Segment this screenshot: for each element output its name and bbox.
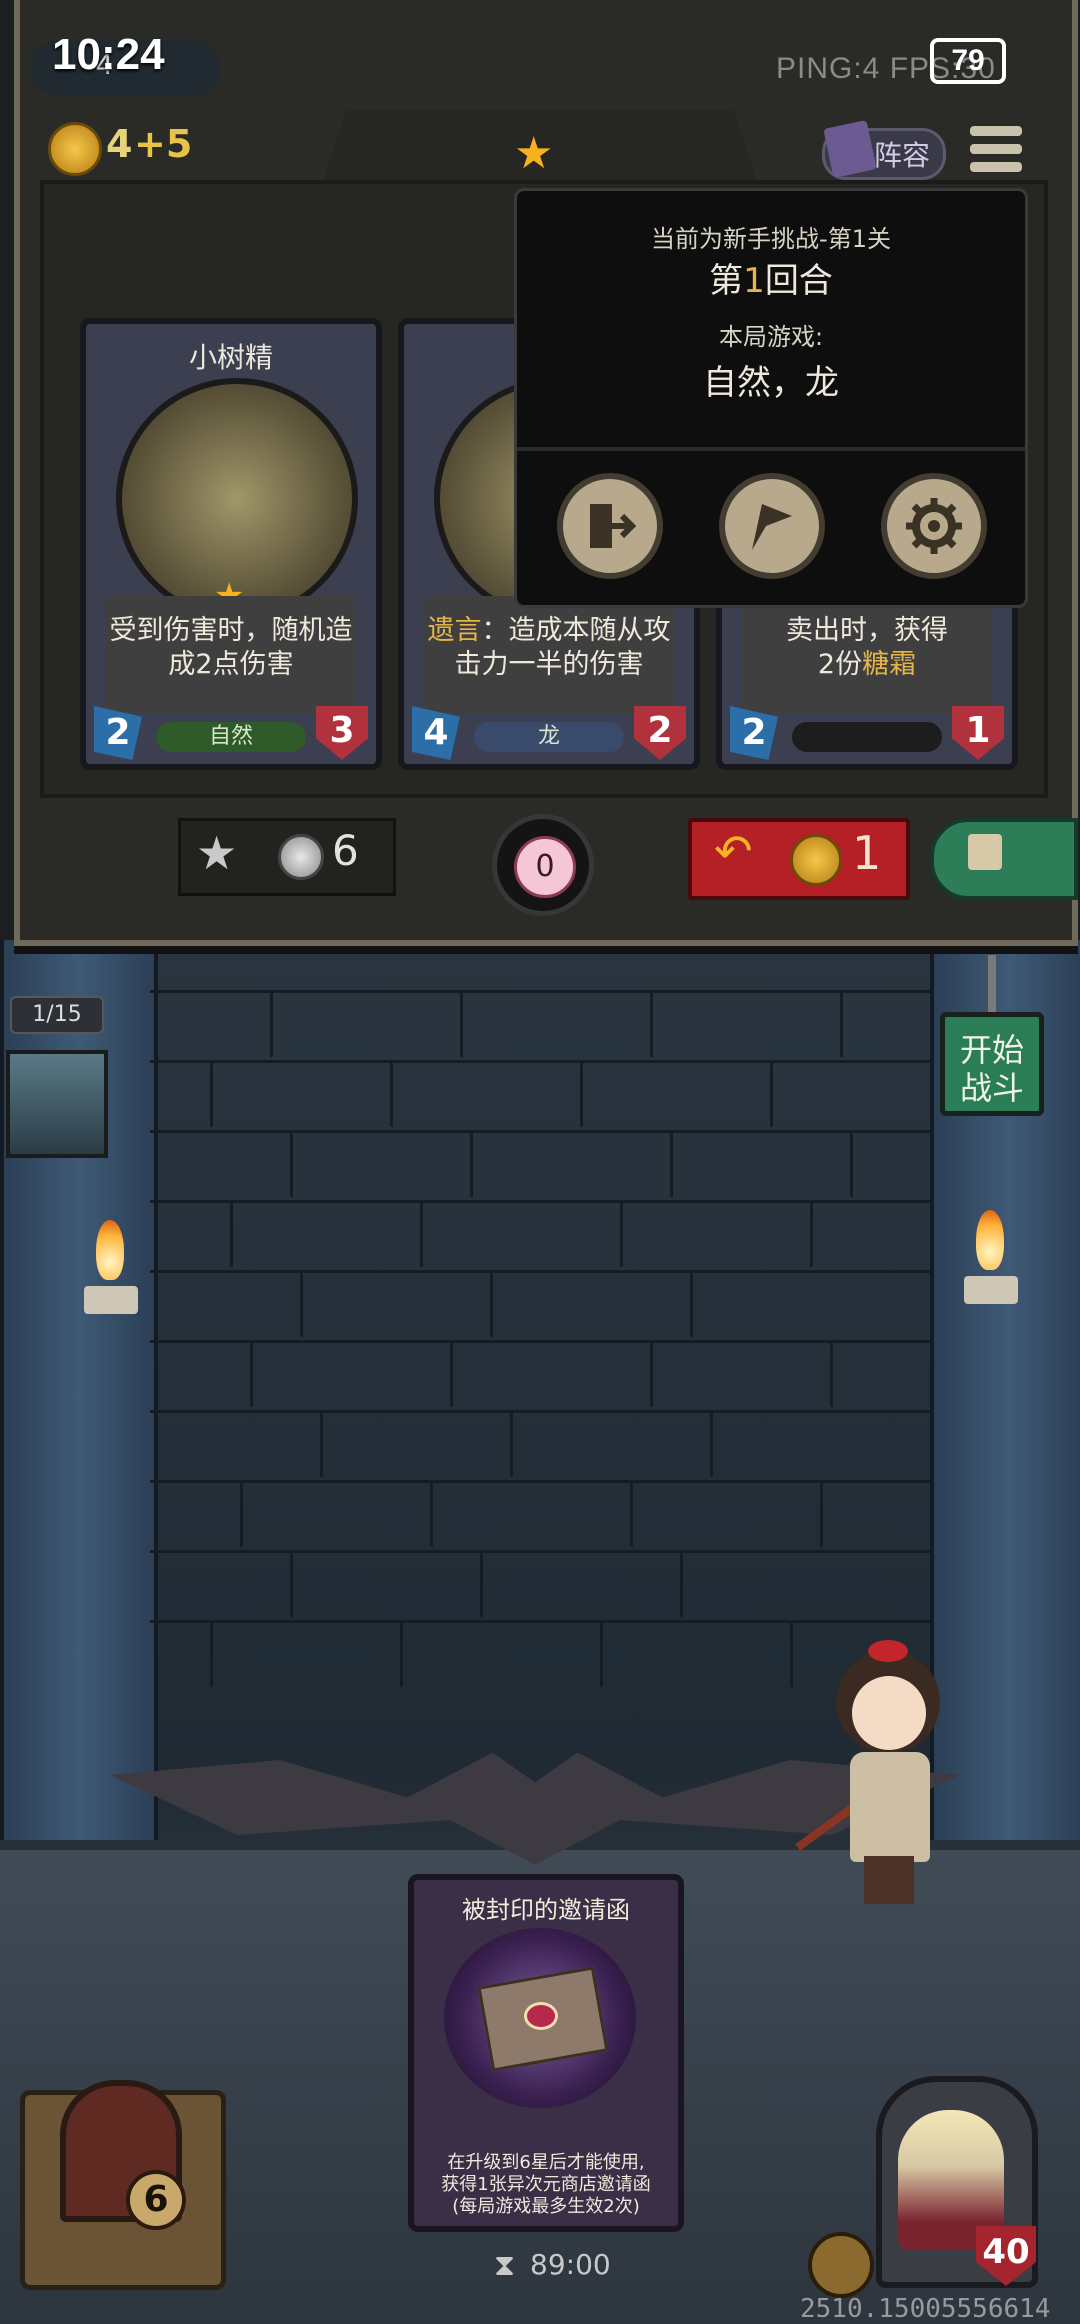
- wall-bricks: [150, 1130, 930, 1197]
- wall-bricks: [150, 1620, 930, 1687]
- hair-bow: [868, 1640, 908, 1662]
- tribe-badge: [792, 722, 942, 752]
- game-tribes: 自然，龙: [703, 363, 839, 403]
- hourglass-icon: ⧗: [494, 2248, 516, 2283]
- round-text: 第1回合: [709, 261, 833, 301]
- upgrade-cost: 6: [332, 826, 359, 875]
- battery-icon: 79: [930, 38, 1006, 84]
- settings-button[interactable]: [881, 473, 987, 579]
- lock-shop-button[interactable]: [930, 818, 1078, 900]
- gold-coin-icon: [790, 834, 842, 886]
- refresh-cost: 1: [852, 826, 882, 880]
- hero-power-button[interactable]: [808, 2232, 874, 2298]
- chain: [988, 955, 996, 1015]
- card-description-text: 卖出时，获得: [786, 615, 948, 646]
- wall-bricks: [150, 1480, 930, 1547]
- wall-bricks: [150, 1550, 930, 1617]
- keyword-frosting: 糖霜: [862, 649, 917, 680]
- candle-icon: [964, 1276, 1018, 1304]
- round-number: 1: [743, 261, 765, 301]
- lock-icon: [968, 834, 1002, 870]
- wall-bricks: [150, 1060, 930, 1127]
- attack-value: 2: [94, 706, 142, 760]
- card-description: 卖出时，获得 2份糖霜: [742, 596, 992, 714]
- upgrade-star-icon: ★: [196, 826, 238, 880]
- tribe-badge: 自然: [156, 722, 306, 752]
- card-description-text: ：造成本随从攻击力一半的伤害: [454, 615, 671, 680]
- exit-icon: [590, 504, 637, 548]
- health-value: 1: [952, 706, 1004, 760]
- sealed-invitation-card[interactable]: 被封印的邀请函 在升级到6星后才能使用, 获得1张异次元商店邀请函 (每局游戏最…: [408, 1874, 684, 2232]
- game-info-popup: 当前为新手挑战-第1关 第1回合 本局游戏: 自然，龙: [514, 188, 1028, 608]
- candle-icon: [84, 1286, 138, 1314]
- card-name: 小树精: [188, 341, 273, 374]
- exit-button[interactable]: [557, 473, 663, 579]
- wave-counter: 1/15: [10, 996, 104, 1034]
- menu-icon: [970, 126, 1022, 136]
- keyword-deathrattle: 遗言: [427, 615, 482, 646]
- gold-income: +5: [134, 122, 193, 166]
- deck-count: 6: [126, 2170, 186, 2230]
- gold-display: [48, 122, 102, 178]
- torch-flame-icon: [976, 1210, 1004, 1270]
- game-tribes-label: 本局游戏:: [718, 323, 824, 351]
- wall-bricks: [150, 1270, 930, 1337]
- flower-count: 0: [514, 836, 576, 898]
- silver-coin-icon: [278, 834, 324, 880]
- menu-button[interactable]: [970, 126, 1022, 176]
- wall-bricks: [150, 1340, 930, 1407]
- tavern-star-icon: ★: [514, 128, 554, 179]
- attack-value: 2: [730, 706, 778, 760]
- wall-bricks: [150, 1410, 930, 1477]
- turn-timer: 89:00: [530, 2248, 611, 2281]
- card-description: 遗言：造成本随从攻击力一半的伤害: [424, 596, 674, 714]
- opponent-avatar[interactable]: [6, 1050, 108, 1158]
- gear-icon: [906, 498, 962, 554]
- health-value: 2: [634, 706, 686, 760]
- frosting-amount: 2份: [817, 649, 863, 680]
- eye-icon: [524, 2002, 558, 2030]
- gold-coin-icon: [48, 122, 102, 176]
- health-value: 3: [316, 706, 368, 760]
- tribe-badge: 龙: [474, 722, 624, 752]
- wall-bricks: [150, 990, 930, 1057]
- start-battle-button[interactable]: 开始 战斗: [940, 1012, 1044, 1116]
- invite-description: 在升级到6星后才能使用, 获得1张异次元商店邀请函 (每局游戏最多生效2次): [441, 2152, 651, 2217]
- shop-card[interactable]: 小树精 ★ 受到伤害时，随机造成2点伤害 自然 2 3: [80, 318, 382, 770]
- refresh-icon: ↶: [714, 824, 753, 878]
- wall-bricks: [150, 1200, 930, 1267]
- surrender-button[interactable]: [719, 473, 825, 579]
- lineup-label: 阵容: [874, 139, 931, 172]
- gold-amount: 4: [106, 122, 133, 166]
- attack-value: 4: [412, 706, 460, 760]
- flag-icon: [752, 504, 792, 550]
- build-id: 2510.15005556614: [800, 2294, 1051, 2324]
- status-time: 10:24: [52, 30, 165, 79]
- invite-title: 被封印的邀请函: [462, 1896, 630, 1924]
- torch-flame-icon: [96, 1220, 124, 1280]
- challenge-text: 当前为新手挑战-第1关: [651, 225, 891, 253]
- card-description: 受到伤害时，随机造成2点伤害: [106, 596, 356, 714]
